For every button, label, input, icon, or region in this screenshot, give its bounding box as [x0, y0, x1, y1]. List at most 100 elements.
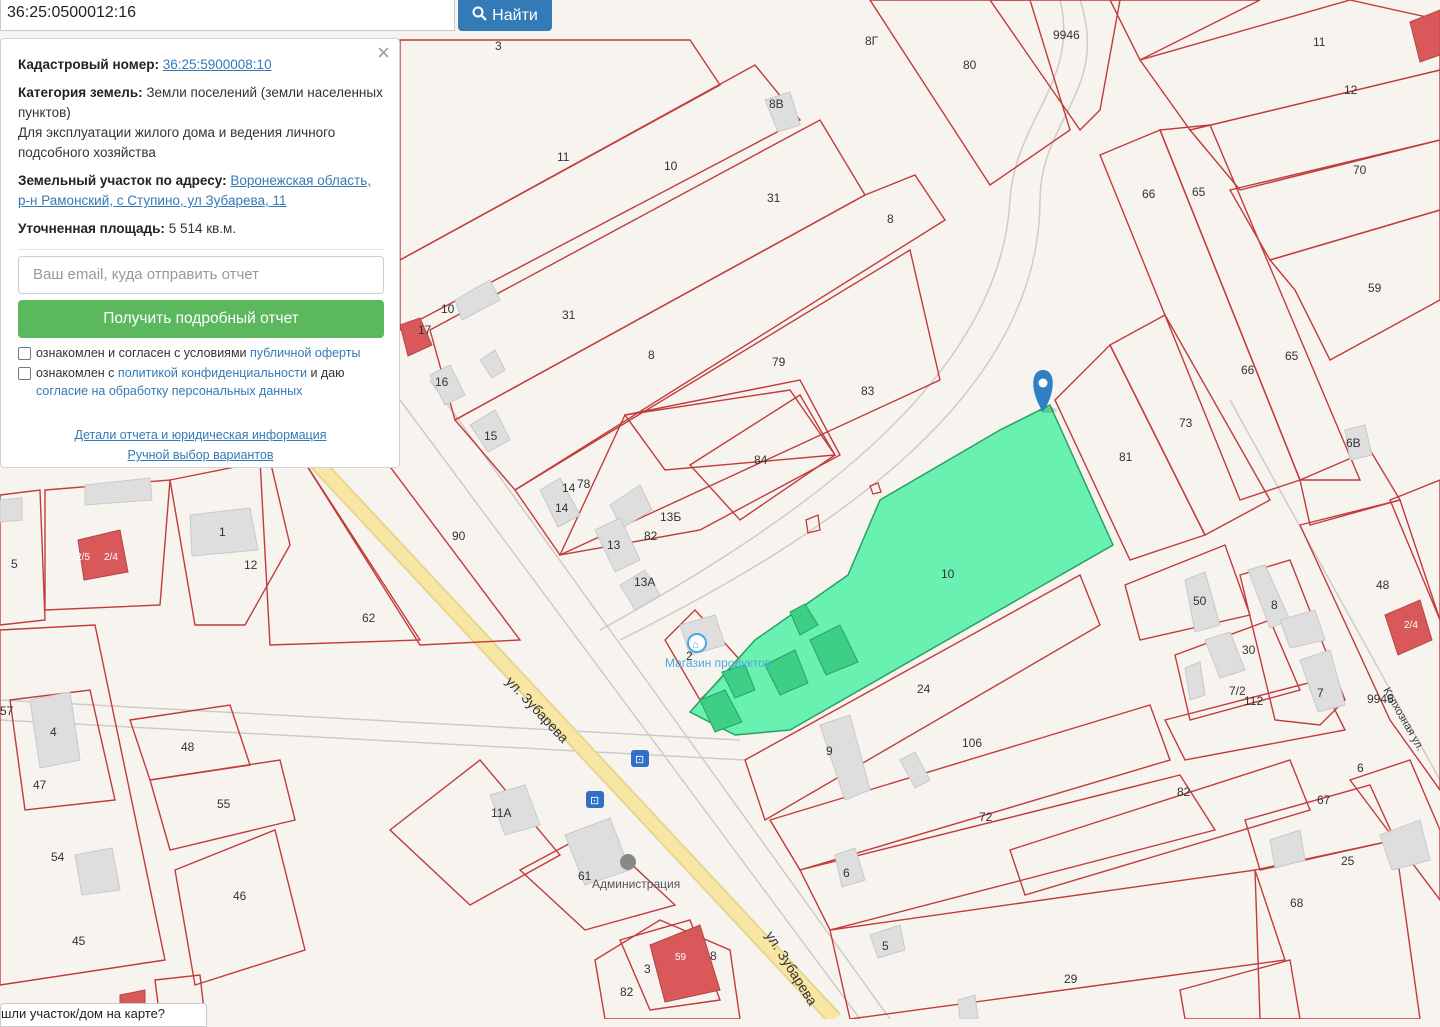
address-row: Земельный участок по адресу: Воронежская…: [18, 171, 383, 211]
privacy-link[interactable]: политикой конфиденциальности: [118, 366, 307, 380]
search-button[interactable]: Найти: [458, 0, 552, 31]
bus-stop-icon[interactable]: ⊡: [631, 750, 649, 767]
map-label: 11: [1313, 35, 1326, 49]
area-row: Уточненная площадь: 5 514 кв.м.: [18, 219, 383, 239]
category-label: Категория земель:: [18, 85, 143, 100]
area-value: 5 514 кв.м.: [168, 221, 237, 236]
map-label: 2/5: [76, 552, 90, 563]
map-label: 70: [1353, 163, 1367, 177]
map-label: 10: [664, 159, 678, 173]
shop-label: Магазин продуктов: [665, 656, 771, 670]
map-label: 59: [675, 952, 687, 963]
map-label: 90: [452, 529, 466, 543]
map-label: 8Г: [865, 34, 879, 48]
map-label: 4: [50, 725, 57, 739]
svg-text:⊡: ⊡: [590, 795, 599, 807]
map-label: 6В: [1346, 436, 1361, 450]
map-label: 12: [1344, 83, 1358, 97]
email-field[interactable]: Ваш email, куда отправить отчет: [18, 256, 384, 294]
panel-footer: Детали отчета и юридическая информация Р…: [18, 425, 383, 465]
map-label: 11: [557, 150, 570, 164]
map-label: 8В: [769, 97, 784, 111]
map-label: 14: [555, 501, 569, 515]
offer-checkbox[interactable]: [18, 347, 31, 360]
map-label: 25: [1341, 854, 1355, 868]
map-label: 3: [495, 39, 502, 53]
map-label: 112: [1244, 694, 1263, 708]
map-label: 10: [941, 567, 955, 581]
svg-text:⊡: ⊡: [635, 754, 644, 766]
map-label: 6: [1357, 761, 1364, 775]
feedback-bar[interactable]: шли участок/дом на карте?: [0, 1003, 207, 1027]
map-label: 31: [562, 308, 576, 322]
map-label: 65: [1192, 185, 1206, 199]
map-label: 29: [1064, 972, 1078, 986]
map-label: 15: [484, 429, 498, 443]
cadastral-link[interactable]: 36:25:5900008:10: [163, 57, 272, 72]
map-label: 1: [219, 525, 226, 539]
get-report-button[interactable]: Получить подробный отчет: [18, 300, 384, 338]
search-bar: 36:25:0500012:16 Найти: [0, 0, 555, 34]
map-label: 61: [578, 869, 592, 883]
admin-label: Администрация: [592, 877, 680, 891]
map-label: 13: [607, 538, 621, 552]
map-label: 83: [861, 384, 875, 398]
map-label: 66: [1241, 363, 1255, 377]
map-label: 82: [620, 985, 634, 999]
map-label: 31: [767, 191, 781, 205]
consent-link[interactable]: согласие на обработку персональных данны…: [36, 384, 302, 398]
search-button-label: Найти: [492, 6, 538, 24]
map-label: 48: [1376, 578, 1390, 592]
map-label: 16: [435, 375, 449, 389]
divider: [18, 249, 383, 250]
map-label: 3: [644, 962, 651, 976]
privacy-text-a: ознакомлен с: [36, 366, 115, 380]
map-label: 14: [562, 481, 576, 495]
map-label: 8: [887, 212, 894, 226]
search-input[interactable]: 36:25:0500012:16: [0, 0, 455, 31]
details-link[interactable]: Детали отчета и юридическая информация: [75, 428, 327, 442]
map-label: 55: [217, 797, 231, 811]
map-label: 54: [51, 850, 65, 864]
parcel-info-panel: × Кадастровый номер: 36:25:5900008:10 Ка…: [0, 38, 400, 468]
map-label: 50: [1193, 594, 1207, 608]
map-label: 72: [979, 810, 993, 824]
map-label: 73: [1179, 416, 1193, 430]
privacy-checkbox[interactable]: [18, 367, 31, 380]
map-label: 62: [362, 611, 376, 625]
map-label: 79: [772, 355, 786, 369]
usage-text: Для эксплуатации жилого дома и ведения л…: [18, 125, 336, 160]
bus-stop-icon[interactable]: ⊡: [586, 791, 604, 808]
map-label: 10: [441, 302, 455, 316]
map-label: 5: [882, 939, 889, 953]
map-label: 13А: [634, 575, 655, 589]
map-label: 6: [843, 866, 850, 880]
search-icon: [472, 6, 487, 26]
offer-link[interactable]: публичной оферты: [250, 346, 360, 360]
map-label: 78: [577, 477, 591, 491]
manual-select-link[interactable]: Ручной выбор вариантов: [128, 448, 274, 462]
map-label: 11А: [491, 806, 511, 820]
map-label: 2/4: [104, 552, 118, 563]
map-label: 8: [710, 949, 717, 963]
map-label: 48: [181, 740, 195, 754]
map-label: 59: [1368, 281, 1382, 295]
cadastral-label: Кадастровый номер:: [18, 57, 159, 72]
address-label: Земельный участок по адресу:: [18, 173, 227, 188]
map-label: 47: [33, 778, 47, 792]
map-label: 81: [1119, 450, 1133, 464]
privacy-text-b: и даю: [310, 366, 345, 380]
map-label: 8: [648, 348, 655, 362]
close-icon[interactable]: ×: [377, 42, 390, 64]
offer-text: ознакомлен и согласен с условиями: [36, 346, 247, 360]
map-label: 17: [418, 323, 432, 337]
map-label: 57: [0, 704, 14, 718]
map-label: 9946: [1053, 28, 1080, 42]
map-label: 2/4: [1404, 620, 1418, 631]
map-label: 67: [1317, 793, 1331, 807]
map-label: 8: [1271, 598, 1278, 612]
map-label: 24: [917, 682, 931, 696]
map-label: 12: [244, 558, 258, 572]
category-row: Категория земель: Земли поселений (земли…: [18, 83, 383, 163]
map-label: 9: [826, 744, 833, 758]
